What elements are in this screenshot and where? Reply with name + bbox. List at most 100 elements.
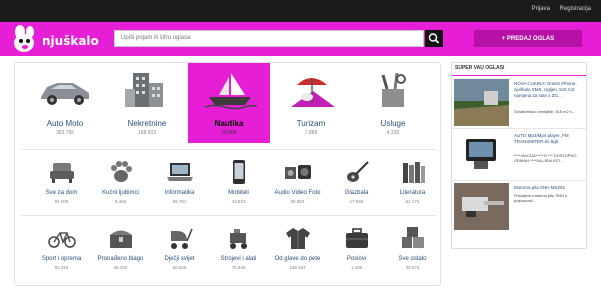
divider [452, 75, 586, 76]
category-literatura[interactable]: Literatura 52.172 [386, 157, 439, 217]
category-count: 43.823 [231, 199, 246, 204]
buildings-icon [125, 73, 163, 107]
account-links: Prijava Registracija [524, 6, 591, 12]
category-count: 55.883 [290, 199, 305, 204]
category-name: Poslovi [346, 256, 367, 262]
boat-icon [204, 73, 257, 110]
ad-description: *****AKCIJA*****!!! *** DOSTUPNO ODMAH *… [514, 153, 577, 164]
search-icon [428, 33, 440, 44]
armchair-icon [50, 163, 74, 183]
books-icon [403, 162, 425, 183]
login-link[interactable]: Prijava [532, 6, 550, 12]
category-name: Od glave do pete [274, 256, 321, 262]
logo-text: njuškalo [42, 34, 99, 48]
ad-description: Građevinsko zemljište, 515 m2 s... [514, 109, 576, 114]
divider [452, 128, 586, 129]
tools-icon [381, 72, 406, 107]
category-panel: Auto Moto 363.765 Nekretnine 168.503 Nau… [14, 62, 441, 286]
category-sport-i-oprema[interactable]: Sport i oprema 50.319 [35, 223, 88, 283]
super-vau-ads-panel: SUPER VAU OGLASI NOVA CUKINA! Gratis! iP… [451, 62, 587, 249]
category-strojevi-i-alati[interactable]: Strojevi i alati 75.849 [212, 223, 265, 283]
category-pronadeno-blago[interactable]: Pronađeno blago 55.330 [94, 223, 147, 283]
category-auto-moto[interactable]: Auto Moto 363.765 [24, 63, 106, 143]
stroller-icon [171, 228, 193, 249]
category-count: 65.751 [172, 199, 187, 204]
category-turizam[interactable]: Turizam 7.888 [270, 63, 352, 143]
category-nekretnine[interactable]: Nekretnine 168.503 [106, 63, 188, 143]
category-name: Auto Moto [46, 119, 84, 128]
category-count: 75.849 [231, 265, 246, 270]
divider [21, 149, 436, 150]
category-name: Turizam [296, 119, 326, 128]
featured-ad[interactable]: NOVA CUKINA! Gratis! iPhone, njuškalo SM… [454, 79, 584, 131]
category-sve-ostalo[interactable]: Sve ostalo 30.873 [386, 223, 439, 283]
category-count: 17.659 [349, 199, 364, 204]
category-nautika[interactable]: Nautika 10.904 [188, 63, 270, 143]
guitar-icon [347, 161, 369, 182]
category-name: Audio Video Foto [274, 190, 321, 196]
boxes-icon [402, 227, 424, 248]
sidebar-title: SUPER VAU OGLASI [455, 65, 505, 71]
search-input[interactable]: Upiši pojam ili šifru oglasa [114, 30, 424, 47]
category-count: 169.464 [289, 265, 306, 270]
category-kucni-ljubimci[interactable]: Kućni ljubimci 8.466 [94, 157, 147, 217]
bicycle-icon [48, 232, 76, 248]
category-count: 7.888 [304, 130, 318, 136]
category-od-glave-do-pete[interactable]: Od glave do pete 169.464 [271, 223, 324, 283]
ad-thumbnail [454, 79, 509, 126]
post-ad-button[interactable]: + PREDAJ OGLAS [474, 30, 582, 47]
ad-title: AUTO Mp3/Mp4 player, FM TRANSMITER do 8g… [514, 133, 569, 144]
main-categories: Auto Moto 363.765 Nekretnine 168.503 Nau… [15, 63, 442, 145]
category-count: 8.466 [114, 199, 127, 204]
category-name: Sve ostalo [398, 256, 427, 262]
search-button[interactable] [425, 30, 443, 47]
category-count: 363.765 [55, 130, 75, 136]
category-count: 168.503 [137, 130, 157, 136]
category-audio-video-foto[interactable]: Audio Video Foto 55.883 [271, 157, 324, 217]
category-name: Strojevi i alati [220, 256, 257, 262]
category-glazbala[interactable]: Glazbala 17.659 [330, 157, 383, 217]
category-usluge[interactable]: Usluge 4.330 [352, 63, 434, 143]
category-count: 50.626 [172, 265, 187, 270]
ad-thumbnail [454, 183, 509, 230]
category-count: 84.009 [54, 199, 69, 204]
beach-umbrella-icon [291, 78, 335, 107]
category-name: Usluge [380, 119, 406, 128]
register-link[interactable]: Registracija [560, 6, 591, 12]
category-name: Mobiteli [228, 190, 249, 196]
treasure-chest-icon [110, 230, 132, 248]
divider [21, 215, 436, 216]
featured-ad[interactable]: AUTO Mp3/Mp4 player, FM TRANSMITER do 8g… [454, 131, 584, 183]
category-name: Nekretnine [127, 119, 167, 128]
category-name: Pronađeno blago [97, 256, 144, 262]
briefcase-icon [346, 228, 368, 248]
category-djecji-svijet[interactable]: Dječji svijet 50.626 [153, 223, 206, 283]
category-poslovi[interactable]: Poslovi 1.438 [330, 223, 383, 283]
divider [452, 180, 586, 181]
ad-description: Prodajem motornu pilu SNH u potpunosti..… [514, 193, 568, 204]
top-bar: Prijava Registracija [0, 0, 601, 22]
machine-icon [230, 229, 247, 249]
category-count: 10.904 [221, 130, 237, 136]
category-name: Dječji svijet [164, 256, 195, 262]
ad-thumbnail [454, 131, 509, 178]
category-count: 55.330 [113, 265, 128, 270]
featured-ad[interactable]: Motorna pila SNH MS291 Prodajem motornu … [454, 183, 584, 235]
category-count: 1.438 [350, 265, 363, 270]
category-informatika[interactable]: Informatika 65.751 [153, 157, 206, 217]
category-count: 52.172 [405, 199, 420, 204]
phone-icon [233, 160, 245, 184]
category-name: Nautika [214, 119, 244, 128]
category-count: 30.873 [405, 265, 420, 270]
category-mobiteli[interactable]: Mobiteli 43.823 [212, 157, 265, 217]
category-name: Glazbala [344, 190, 369, 196]
category-count: 4.330 [386, 130, 400, 136]
category-name: Literatura [399, 190, 426, 196]
audio-video-icon [285, 165, 311, 179]
category-name: Informatika [164, 190, 195, 196]
mascot-icon [14, 25, 34, 52]
header-bar: njuškalo Upiši pojam ili šifru oglasa + … [0, 22, 601, 56]
category-sve-za-dom[interactable]: Sve za dom 84.009 [35, 157, 88, 217]
logo[interactable]: njuškalo [8, 24, 103, 54]
category-name: Kućni ljubimci [102, 190, 139, 196]
